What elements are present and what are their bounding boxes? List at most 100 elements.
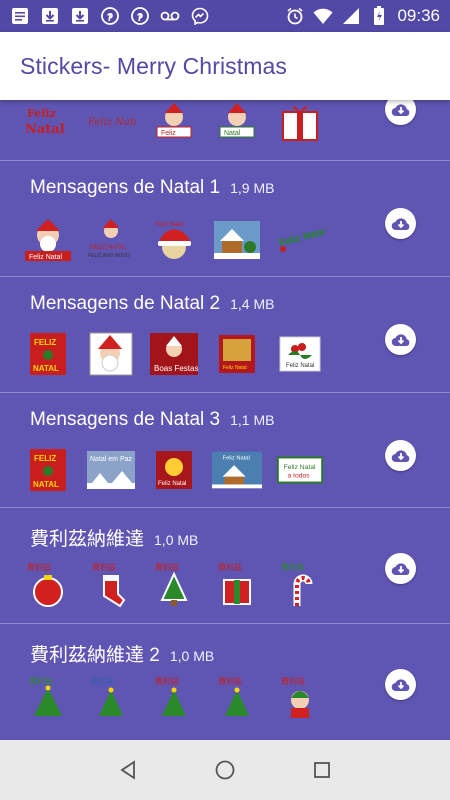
cloud-download-icon	[391, 449, 409, 462]
svg-text:Feliz Natal: Feliz Natal	[29, 254, 63, 261]
cloud-download-icon	[391, 333, 409, 346]
download-pack-button[interactable]	[385, 553, 416, 584]
sticker-pack-row[interactable]: Mensagens de Natal 2 1,4 MB FELIZ NATAL B…	[0, 277, 450, 393]
back-triangle-icon	[120, 760, 136, 780]
recents-square-icon	[313, 762, 330, 778]
pinterest-icon	[130, 6, 150, 26]
sticker-feliz-natal-text: Feliz Natal	[22, 100, 74, 144]
svg-text:Boas Festas: Boas Festas	[154, 364, 198, 373]
app-title: Stickers- Merry Christmas	[20, 52, 288, 79]
svg-text:Natal: Natal	[25, 122, 65, 137]
svg-text:NATAL: NATAL	[33, 480, 59, 489]
download-pack-button[interactable]	[385, 440, 416, 471]
download-pack-button[interactable]	[385, 100, 416, 125]
sticker-pack-row[interactable]: 費利茲納維達 2 1,0 MB 費利茲 費利茲 費利茲 費利茲 費利茲	[0, 624, 450, 740]
svg-text:a todos: a todos	[287, 473, 310, 480]
download-pack-button[interactable]	[385, 208, 416, 239]
pack-size: 1,4 MB	[230, 296, 275, 312]
voicemail-icon	[160, 6, 180, 26]
status-bar: 09:36	[0, 0, 450, 32]
svg-text:Feliz Natal: Feliz Natal	[87, 117, 136, 128]
svg-text:費利茲: 費利茲	[90, 676, 114, 686]
download-pack-button[interactable]	[385, 669, 416, 700]
sticker-tree: 費利茲	[85, 676, 137, 722]
sticker-santa-hat: Feliz Natal	[148, 217, 200, 263]
sticker-gift-bow	[274, 100, 326, 144]
sticker-stocking: 費利茲	[85, 562, 137, 608]
svg-text:FELIZ ANO NOVO: FELIZ ANO NOVO	[88, 253, 130, 259]
sticker-feliz-natal-red: FELIZ NATAL	[22, 331, 74, 377]
svg-text:Feliz Natal: Feliz Natal	[155, 222, 183, 228]
sticker-tree: 費利茲	[22, 676, 74, 722]
pack-name: Mensagens de Natal 1	[30, 177, 221, 198]
svg-text:費利茲: 費利茲	[27, 562, 51, 572]
recents-button[interactable]	[307, 755, 337, 785]
home-circle-icon	[215, 760, 235, 780]
svg-text:Natal em Paz: Natal em Paz	[90, 456, 133, 463]
messenger-icon	[190, 6, 210, 26]
sticker-gift: 費利茲	[211, 562, 263, 608]
download-icon	[70, 6, 90, 26]
svg-text:Feliz Natal: Feliz Natal	[223, 455, 250, 461]
sticker-gold-bells: Feliz Natal	[148, 447, 200, 493]
cloud-download-icon	[391, 678, 409, 691]
svg-text:費利茲: 費利茲	[281, 676, 305, 686]
sticker-tree: 費利茲	[211, 676, 263, 722]
sticker-feliz-natal-todos: Feliz Natal a todos	[274, 447, 326, 493]
sticker-pack-row[interactable]: Mensagens de Natal 3 1,1 MB FELIZ NATAL N…	[0, 393, 450, 508]
sticker-pack-row[interactable]: Mensagens de Natal 1 1,9 MB Feliz Natal …	[0, 161, 450, 277]
sticker-tree: 費利茲	[148, 676, 200, 722]
sticker-snow-village: Natal em Paz	[85, 447, 137, 493]
svg-text:費利茲: 費利茲	[29, 676, 53, 686]
pinterest-icon	[100, 6, 120, 26]
svg-text:費利茲: 費利茲	[218, 562, 242, 572]
signal-icon	[341, 6, 361, 26]
svg-text:Feliz Natal: Feliz Natal	[286, 363, 314, 369]
sticker-feliz-natal-red: FELIZ NATAL	[22, 447, 74, 493]
clock: 09:36	[397, 6, 440, 25]
sticker-tree: 費利茲	[148, 562, 200, 608]
sticker-script-text: Feliz Natal	[85, 100, 137, 144]
cloud-download-icon	[391, 217, 409, 230]
pack-name: 費利茲納維達	[30, 529, 145, 550]
svg-text:費利茲: 費利茲	[92, 562, 116, 572]
sticker-santa-banner: Feliz	[148, 100, 200, 144]
battery-icon	[369, 6, 389, 26]
pack-size: 1,1 MB	[230, 412, 275, 428]
sticker-pack-row[interactable]: Feliz Natal Feliz Natal Feliz Natal	[0, 100, 450, 161]
cloud-download-icon	[391, 562, 409, 575]
svg-text:費利茲: 費利茲	[281, 562, 305, 572]
app-bar: Stickers- Merry Christmas	[0, 32, 450, 100]
sticker-santa-feliz-natal: Feliz Natal	[22, 217, 74, 263]
navigation-bar	[0, 740, 450, 800]
svg-text:費利茲: 費利茲	[218, 676, 242, 686]
sticker-pack-row[interactable]: 費利茲納維達 1,0 MB 費利茲 費利茲 費利茲 費利茲 費利茲	[0, 508, 450, 624]
svg-text:費利茲: 費利茲	[155, 676, 179, 686]
pack-name: Mensagens de Natal 3	[30, 409, 221, 430]
svg-text:Feliz Natal: Feliz Natal	[284, 464, 316, 471]
back-button[interactable]	[113, 755, 143, 785]
download-pack-button[interactable]	[385, 324, 416, 355]
sticker-snow-house	[211, 217, 263, 263]
alarm-icon	[285, 6, 305, 26]
sticker-green-text: Feliz Natal	[274, 217, 326, 263]
svg-text:費利茲: 費利茲	[155, 562, 179, 572]
notes-icon	[10, 6, 30, 26]
sticker-santa-banner: Natal	[211, 100, 263, 144]
sticker-red-ornament-card: Feliz Natal	[211, 331, 263, 377]
svg-text:FELIZ: FELIZ	[34, 454, 56, 463]
home-button[interactable]	[210, 755, 240, 785]
pack-name: Mensagens de Natal 2	[30, 293, 221, 314]
svg-text:Natal: Natal	[224, 130, 241, 137]
svg-text:FELIZ: FELIZ	[34, 338, 56, 347]
sticker-holly-card: Feliz Natal	[274, 331, 326, 377]
sticker-santa-card	[85, 331, 137, 377]
svg-text:Feliz Natal: Feliz Natal	[278, 226, 325, 249]
sticker-child-gift: 費利茲	[274, 676, 326, 722]
svg-text:FELIZ NATAL: FELIZ NATAL	[90, 245, 127, 251]
svg-text:Feliz: Feliz	[27, 107, 56, 120]
svg-text:Feliz Natal: Feliz Natal	[223, 365, 247, 371]
sticker-pack-list[interactable]: Feliz Natal Feliz Natal Feliz Natal Mensa…	[0, 100, 450, 740]
cloud-download-icon	[391, 103, 409, 116]
pack-size: 1,0 MB	[169, 648, 215, 664]
